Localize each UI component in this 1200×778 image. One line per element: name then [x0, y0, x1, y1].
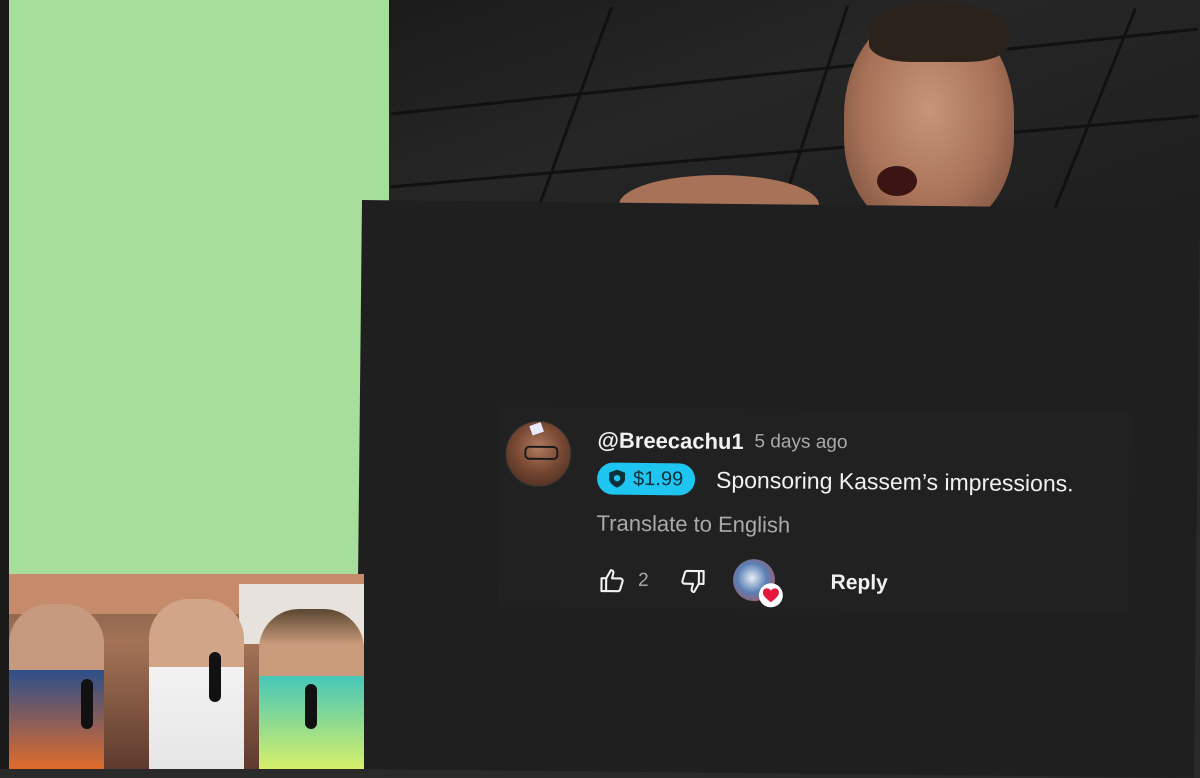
like-count: 2 [637, 569, 649, 592]
thumbs-up-icon [600, 569, 624, 593]
comment-overlay-card: @Breecachu1 5 days ago $1.99 Sponsoring … [356, 200, 1200, 778]
like-button[interactable] [596, 564, 628, 596]
wrestler-hair [869, 2, 1009, 62]
microphone-icon [305, 684, 317, 729]
avatar-glasses [524, 445, 559, 461]
creator-heart [732, 558, 783, 608]
avatar-bow [529, 422, 544, 436]
comment-actions: 2 Reply [596, 557, 894, 608]
comment-author[interactable]: @Breecachu1 [597, 427, 743, 455]
wrestler-mouth [877, 166, 917, 196]
commenter-avatar[interactable] [505, 420, 572, 488]
comment-timestamp[interactable]: 5 days ago [754, 431, 847, 454]
dislike-button[interactable] [676, 565, 708, 597]
microphone-icon [209, 652, 221, 702]
super-thanks-amount: $1.99 [632, 467, 684, 490]
heart-icon [762, 588, 779, 603]
window-left-edge [0, 0, 9, 769]
person-middle [149, 599, 244, 769]
comment-text: Sponsoring Kassem’s impressions. [715, 466, 1074, 497]
comment-thread-item: @Breecachu1 5 days ago $1.99 Sponsoring … [497, 406, 1130, 614]
super-thanks-icon [609, 469, 626, 488]
microphone-icon [81, 679, 93, 729]
super-thanks-badge: $1.99 [596, 462, 696, 496]
green-screen-panel [9, 0, 389, 574]
translate-link[interactable]: Translate to English [596, 510, 790, 538]
thumbs-down-icon [680, 569, 705, 594]
reply-button[interactable]: Reply [824, 565, 894, 602]
streamer-webcam-feed [9, 574, 364, 769]
heart-badge [758, 583, 783, 608]
